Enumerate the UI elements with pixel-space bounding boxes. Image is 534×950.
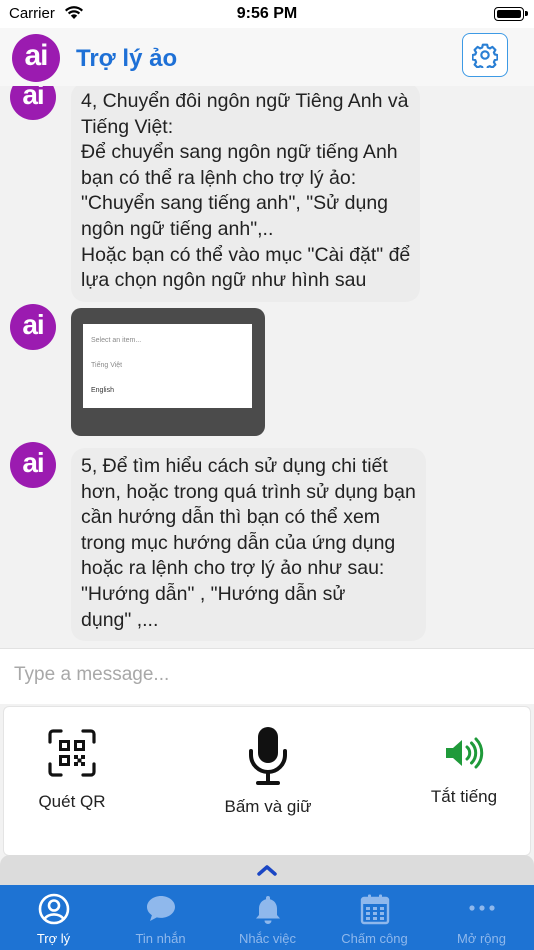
message-line: lựa chọn ngôn ngữ như hình sau (81, 269, 367, 292)
language-picker-screenshot: Select an item... Tiếng Việt English (83, 324, 252, 408)
user-icon (38, 893, 69, 925)
chat-bubble-icon (146, 896, 175, 921)
qr-code-icon (48, 729, 96, 777)
picker-placeholder: Select an item... (91, 337, 142, 344)
picker-option: English (91, 387, 114, 394)
speaker-volume-icon (446, 737, 484, 769)
message-line: "Hướng dẫn" , "Hướng dẫn sử (81, 582, 346, 605)
logo-text: ai (24, 39, 48, 72)
status-bar: Carrier 9:56 PM (0, 0, 534, 28)
picker-option: Tiếng Việt (91, 362, 123, 369)
scan-qr-label: Quét QR (38, 792, 106, 811)
tab-label: Mở rộng (457, 931, 506, 946)
message-line: bạn có thể ra lệnh cho trợ lý ảo: (81, 166, 357, 189)
avatar-text: ai (22, 447, 44, 478)
chat-list[interactable]: ai 4, Chuyển đôi ngôn ngữ Tiêng Anh và T… (0, 86, 534, 648)
message-line: Để chuyển sang ngôn ngữ tiếng Anh (81, 141, 398, 164)
tab-label: Nhắc việc (238, 931, 297, 946)
settings-button[interactable] (462, 33, 508, 77)
message-line: dụng" ,... (81, 608, 159, 631)
mute-button[interactable]: Tắt tiếng (416, 737, 512, 807)
tab-label: Chấm công (341, 931, 408, 946)
app-logo: ai (12, 34, 60, 82)
hold-to-talk-button[interactable]: Bấm và giữ (212, 725, 324, 817)
message-line: 4, Chuyển đôi ngôn ngữ Tiêng Anh và (81, 90, 409, 112)
message-line: 5, Để tìm hiểu cách sử dụng chi tiết (81, 455, 388, 477)
message-input[interactable] (0, 649, 534, 701)
mute-label: Tắt tiếng (430, 787, 498, 806)
message-line: hơn, hoặc trong quá trình sử dụng bạn (81, 480, 416, 503)
tab-assistant[interactable]: Trợ lý (0, 885, 107, 950)
tab-timekeeping[interactable]: Chấm công (321, 885, 428, 950)
message-line: trong mục hướng dẫn của ứng dụng (81, 531, 396, 554)
avatar-text: ai (22, 309, 44, 340)
scan-qr-button[interactable]: Quét QR (26, 729, 118, 812)
message-bubble: 5, Để tìm hiểu cách sử dụng chi tiết hơn… (71, 448, 426, 642)
more-icon (468, 905, 495, 911)
microphone-icon (249, 727, 287, 785)
tab-label: Tin nhắn (135, 931, 186, 946)
message-input-area (0, 648, 534, 704)
assistant-avatar: ai (10, 442, 56, 488)
message-bubble: 4, Chuyển đôi ngôn ngữ Tiêng Anh và Tiến… (71, 86, 421, 302)
avatar-text: ai (22, 86, 44, 110)
message-line: hoặc ra lệnh cho trợ lý ảo như sau: (81, 557, 385, 580)
tab-bar: Trợ lý Tin nhắn Nhắc việc Chấm công Mở r… (0, 885, 534, 950)
expand-panel-button[interactable] (0, 855, 534, 885)
gear-icon (472, 43, 498, 68)
battery-icon (494, 7, 528, 21)
tab-messages[interactable]: Tin nhắn (107, 885, 214, 950)
message-line: ngôn ngữ tiếng anh",.. (81, 217, 274, 240)
message-line: Hoặc bạn có thể vào mục "Cài đặt" để (81, 243, 411, 266)
message-line: cần hướng dẫn thì bạn có thể xem (81, 506, 381, 529)
action-panel: Quét QR Bấm và giữ Tắt tiếng (3, 706, 531, 856)
chevron-up-icon (257, 865, 277, 876)
app-header: ai Trợ lý ảo (0, 28, 534, 86)
tab-reminders[interactable]: Nhắc việc (214, 885, 321, 950)
bell-icon (255, 896, 280, 924)
message-line: Tiếng Việt: (81, 115, 174, 138)
tab-more[interactable]: Mở rộng (428, 885, 534, 950)
message-line: "Chuyển sang tiếng anh", "Sử dụng (81, 192, 389, 215)
tab-label: Trợ lý (36, 931, 71, 946)
calendar-icon (360, 894, 389, 925)
hold-to-talk-label: Bấm và giữ (224, 797, 312, 816)
image-message[interactable]: Select an item... Tiếng Việt English (71, 308, 265, 436)
assistant-avatar: ai (10, 304, 56, 350)
clock: 9:56 PM (236, 5, 298, 22)
page-title: Trợ lý ảo (76, 45, 178, 72)
assistant-avatar: ai (10, 86, 56, 120)
